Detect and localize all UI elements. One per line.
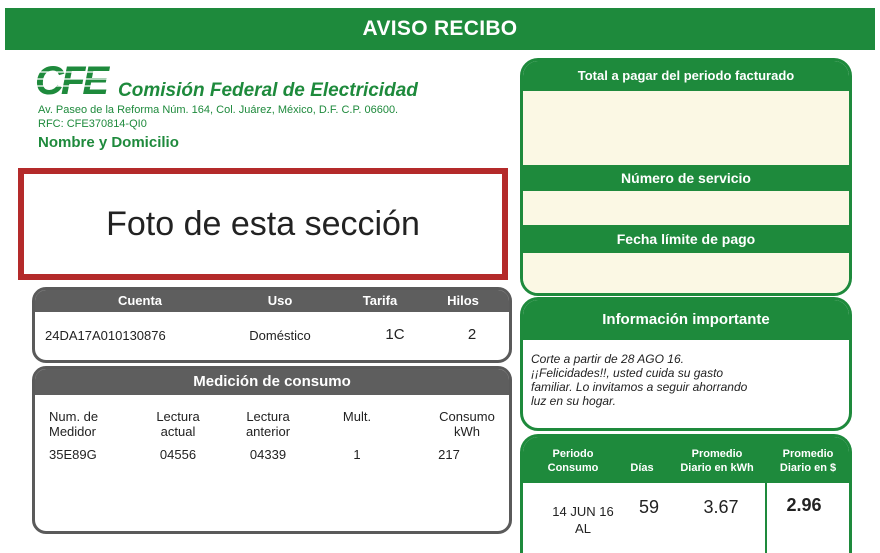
header-mult-line1: Mult. xyxy=(342,409,372,424)
info-line-1: Corte a partir de 28 AGO 16. xyxy=(531,352,684,366)
value-avg-kwh: 3.67 xyxy=(703,497,739,517)
info-line-3: familiar. Lo invitamos a seguir ahorrand… xyxy=(531,380,748,394)
consumption-table: Medición de consumo Num. de Medidor Lect… xyxy=(32,366,512,534)
cfe-logo: CFE xyxy=(35,59,115,100)
value-multiplier: 1 xyxy=(353,447,361,462)
header-avg-kwh: Promedio Diario en kWh xyxy=(671,447,763,475)
header-meter-line1: Num. de xyxy=(49,409,99,424)
page-title: AVISO RECIBO xyxy=(5,8,875,50)
header-meter: Num. de Medidor xyxy=(49,409,119,439)
header-avgmoney-line2: Diario en $ xyxy=(779,462,837,474)
header-avg-money: Promedio Diario en $ xyxy=(769,447,847,475)
header-multiplier: Mult. xyxy=(327,409,387,424)
header-cuenta: Cuenta xyxy=(117,293,163,308)
company-address: Av. Paseo de la Reforma Núm. 164, Col. J… xyxy=(38,104,399,116)
value-period-line1: 14 JUN 16 xyxy=(552,504,614,519)
value-cuenta: 24DA17A010130876 xyxy=(45,328,166,343)
name-address-label: Nombre y Domicilio xyxy=(38,134,179,151)
payment-box: Total a pagar del periodo facturado Núme… xyxy=(520,58,852,296)
header-hilos: Hilos xyxy=(447,293,479,308)
info-line-4: luz en su hogar. xyxy=(531,394,616,408)
header-days: Días xyxy=(623,461,661,475)
value-tarifa: 1C xyxy=(385,326,405,343)
value-consumption: 217 xyxy=(438,447,460,462)
header-meter-line2: Medidor xyxy=(49,424,96,439)
period-box: Periodo Consumo Días Promedio Diario en … xyxy=(520,434,852,553)
header-days-line1: Días xyxy=(630,462,654,474)
value-period: 14 JUN 16 AL xyxy=(543,503,623,537)
account-table-header: Cuenta Uso Tarifa Hilos xyxy=(35,290,509,312)
header-tarifa: Tarifa xyxy=(362,293,398,308)
header-uso: Uso xyxy=(267,293,293,308)
consumption-table-header: Medición de consumo xyxy=(35,369,509,395)
period-header: Periodo Consumo Días Promedio Diario en … xyxy=(523,437,849,483)
header-consumption-line2: kWh xyxy=(454,424,480,439)
value-avg-money: 2.96 xyxy=(786,495,822,515)
period-divider xyxy=(765,437,767,553)
service-number-label: Número de servicio xyxy=(523,165,849,191)
value-days: 59 xyxy=(638,497,660,517)
total-label: Total a pagar del periodo facturado xyxy=(523,61,849,91)
company-rfc: RFC: CFE370814-QI0 xyxy=(38,118,147,130)
header-avgmoney-line1: Promedio xyxy=(782,448,834,460)
info-text: Corte a partir de 28 AGO 16. ¡¡Felicidad… xyxy=(531,352,841,408)
header-previous-reading: Lectura anterior xyxy=(233,409,303,439)
service-number-area xyxy=(523,191,849,225)
info-box: Información importante Corte a partir de… xyxy=(520,297,852,431)
header-previous-line2: anterior xyxy=(245,424,291,439)
account-table: Cuenta Uso Tarifa Hilos 24DA17A010130876… xyxy=(32,287,512,363)
header-consumption-line1: Consumo xyxy=(439,409,495,424)
info-title: Información importante xyxy=(523,300,849,340)
due-date-label: Fecha límite de pago xyxy=(523,225,849,253)
header-current-reading: Lectura actual xyxy=(143,409,213,439)
header-previous-line1: Lectura xyxy=(246,409,290,424)
header-current-line2: actual xyxy=(160,424,196,439)
value-previous-reading: 04339 xyxy=(249,447,287,462)
photo-placeholder: Foto de esta sección xyxy=(18,168,508,280)
header-consumption: Consumo kWh xyxy=(429,409,505,439)
company-name: Comisión Federal de Electricidad xyxy=(118,80,418,101)
value-current-reading: 04556 xyxy=(159,447,197,462)
header-avgkwh-line2: Diario en kWh xyxy=(680,462,754,474)
header-period-line2: Consumo xyxy=(547,462,599,474)
header-period: Periodo Consumo xyxy=(527,447,619,475)
due-date-area xyxy=(523,253,849,293)
value-period-line2: AL xyxy=(575,521,591,536)
header-avgkwh-line1: Promedio xyxy=(691,448,743,460)
value-meter: 35E89G xyxy=(49,447,97,462)
value-uso: Doméstico xyxy=(249,328,311,343)
header-period-line1: Periodo xyxy=(552,448,594,460)
value-hilos: 2 xyxy=(467,326,477,343)
info-line-2: ¡¡Felicidades!!, usted cuida su gasto xyxy=(531,366,724,380)
total-value-area xyxy=(523,91,849,165)
header-current-line1: Lectura xyxy=(156,409,200,424)
